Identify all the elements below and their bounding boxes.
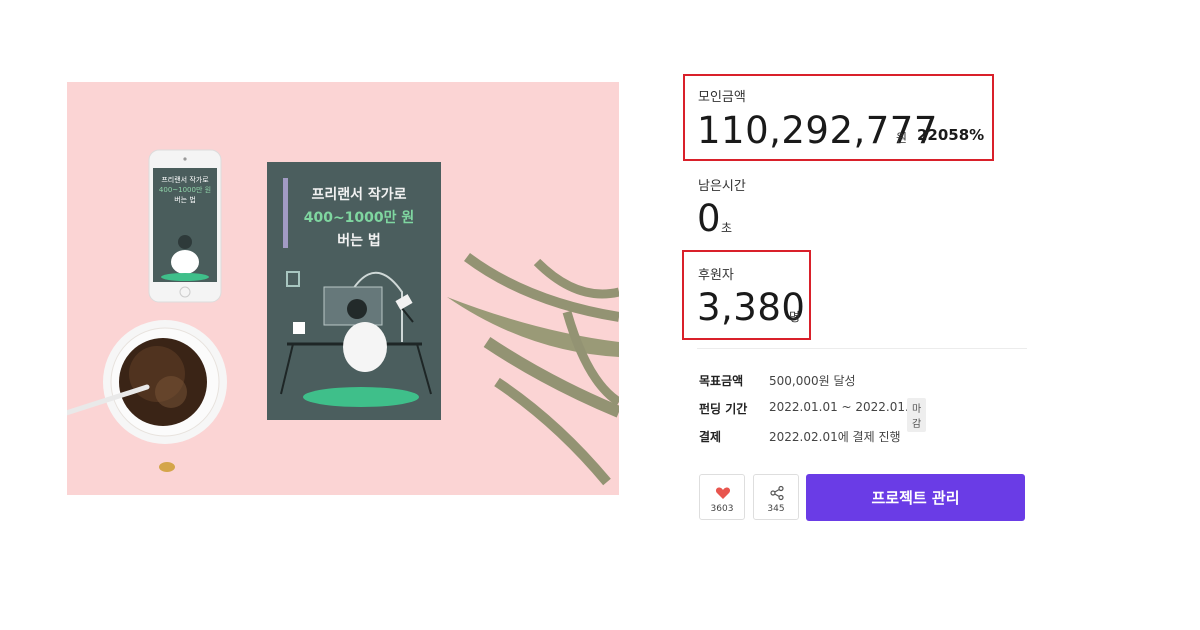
share-icon [770,485,784,501]
heart-icon [715,487,731,499]
svg-text:프리랜서 작가로: 프리랜서 작가로 [161,175,209,184]
svg-text:버는 법: 버는 법 [174,195,196,204]
funding-period-label: 펀딩 기간 [699,402,748,416]
payment-value: 2022.02.01에 결제 진행 [769,430,901,444]
time-remaining-label: 남은시간 [698,179,746,194]
book-mockup: 프리랜서 작가로 400~1000만 원 버는 법 [267,162,441,420]
section-divider [697,348,1027,349]
like-count: 3603 [710,504,734,514]
manage-project-button[interactable]: 프로젝트 관리 [806,474,1025,521]
svg-text:프리랜서 작가로: 프리랜서 작가로 [311,186,406,203]
share-button[interactable]: 345 [753,474,799,520]
goal-label: 목표금액 [699,374,744,388]
like-button[interactable]: 3603 [699,474,745,520]
closed-badge: 마감 [907,398,927,432]
phone-mockup: 프리랜서 작가로 400~1000만 원 버는 법 [148,149,222,303]
backers-label: 후원자 [698,268,734,283]
funding-period-value: 2022.01.01 ~ 2022.01.31 [769,400,925,414]
backers-unit: 명 [789,310,801,324]
goal-value: 500,000원 달성 [769,374,856,388]
svg-text:400~1000만 원: 400~1000만 원 [159,185,211,194]
time-remaining-unit: 초 [721,221,733,235]
achievement-percent: 22058% [917,126,985,144]
project-hero-image: 프리랜서 작가로 400~1000만 원 버는 법 프리랜서 작가로 400~1… [67,82,619,495]
amount-raised-label: 모인금액 [698,90,746,105]
time-remaining-value: 0 [697,197,722,240]
svg-text:버는 법: 버는 법 [337,232,381,249]
svg-text:400~1000만 원: 400~1000만 원 [304,210,415,226]
payment-label: 결제 [699,430,722,444]
amount-raised-unit: 원 [896,131,908,145]
share-count: 345 [767,504,785,514]
